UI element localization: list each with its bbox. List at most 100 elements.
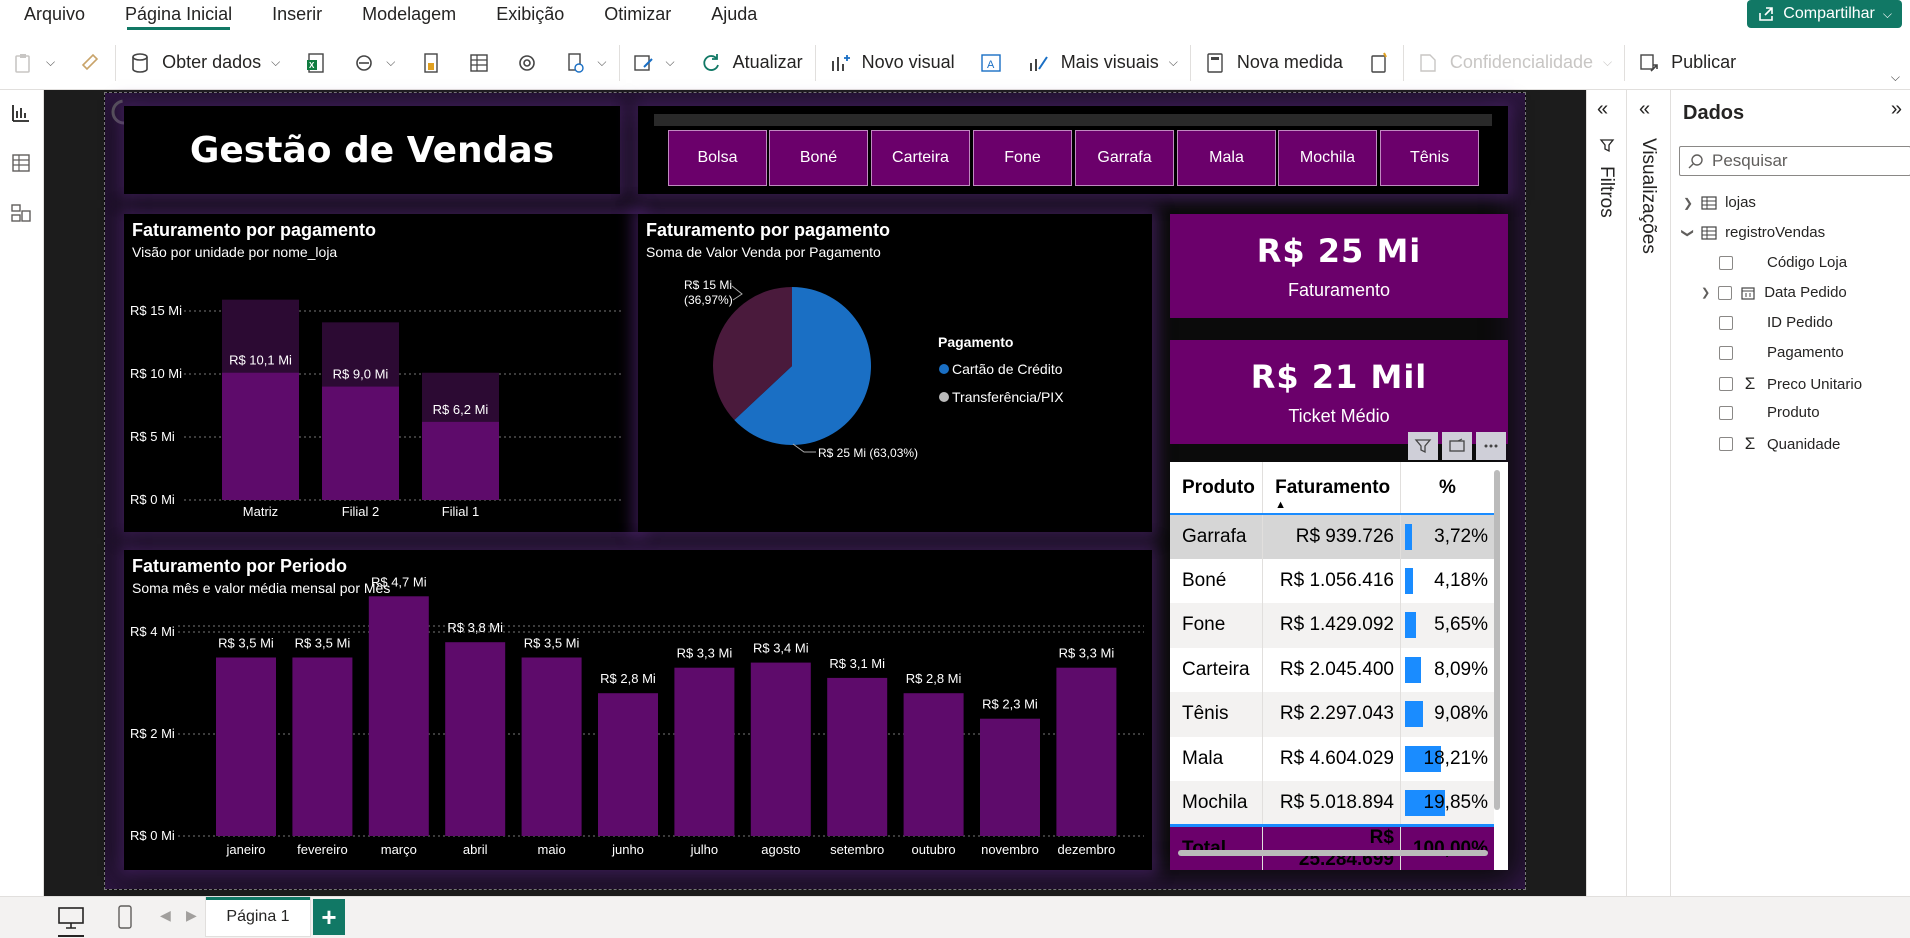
new-measure-button[interactable]: Nova medida [1191, 43, 1355, 83]
slicer-item-garrafa[interactable]: Garrafa [1075, 130, 1174, 186]
slicer-item-mala[interactable]: Mala [1177, 130, 1276, 186]
slicer-item-bolsa[interactable]: Bolsa [668, 130, 767, 186]
visualizations-pane-label: Visualizações [1638, 138, 1659, 254]
table-horizontal-scrollbar[interactable] [1178, 850, 1488, 856]
onelake-button[interactable]: ⌵ [340, 43, 407, 83]
slicer-item-carteira[interactable]: Carteira [871, 130, 970, 186]
transform-data-button[interactable]: ⌵ [620, 43, 687, 83]
get-data-button[interactable]: Obter dados ⌵ [116, 43, 292, 83]
field-checkbox[interactable] [1719, 345, 1733, 360]
new-visual-label: Novo visual [861, 52, 955, 72]
bar [980, 718, 1040, 836]
publish-button[interactable]: Publicar [1625, 43, 1748, 83]
filters-pane-collapsed[interactable]: « Filtros [1586, 90, 1626, 896]
field-checkbox[interactable] [1719, 437, 1733, 451]
table-vertical-scrollbar[interactable] [1494, 470, 1500, 810]
ribbon: ⌵ Obter dados ⌵ X ⌵ ⌵ ⌵ Atualizar Novo v… [0, 36, 1910, 90]
menu-pagina-inicial[interactable]: Página Inicial [105, 0, 252, 32]
format-painter-button[interactable] [67, 43, 115, 83]
menu-modelagem[interactable]: Modelagem [342, 0, 476, 32]
paste-button[interactable]: ⌵ [0, 43, 67, 83]
ribbon-collapse-icon[interactable]: ⌵ [1891, 70, 1900, 85]
field-item[interactable]: Pagamento [1719, 344, 1844, 361]
quick-measure-button[interactable] [1355, 43, 1403, 83]
table-node-registroVendas[interactable]: ❯ registroVendas [1681, 224, 1825, 241]
chevron-left-icon[interactable]: ◀ [160, 907, 171, 924]
menu-arquivo[interactable]: Arquivo [0, 0, 105, 32]
refresh-button[interactable]: Atualizar [687, 43, 815, 83]
field-checkbox[interactable] [1719, 315, 1733, 330]
field-name: Código Loja [1767, 254, 1848, 271]
mobile-layout-icon[interactable] [118, 905, 132, 929]
visualizations-pane-collapsed[interactable]: « Visualizações [1626, 90, 1670, 896]
desktop-layout-icon[interactable] [58, 907, 84, 929]
chevron-down-icon[interactable]: ❯ [1681, 227, 1695, 237]
more-visuals-button[interactable]: Mais visuais ⌵ [1015, 43, 1190, 83]
report-title-card[interactable]: Gestão de Vendas [124, 106, 620, 194]
field-checkbox[interactable] [1719, 405, 1733, 420]
table-row[interactable]: Fone R$ 1.429.092 5,65% [1170, 603, 1494, 648]
filter-icon[interactable] [1408, 432, 1438, 460]
add-page-button[interactable]: + [313, 899, 345, 935]
store-revenue-chart[interactable]: Faturamento por pagamento Visão por unid… [124, 214, 638, 532]
model-view-icon[interactable] [10, 202, 32, 224]
more-options-icon[interactable] [1476, 432, 1506, 460]
report-view-icon[interactable] [10, 102, 32, 124]
slicer-item-bone[interactable]: Boné [769, 130, 868, 186]
field-checkbox[interactable] [1719, 377, 1733, 391]
text-box-button[interactable]: A [967, 43, 1015, 83]
slicer-item-fone[interactable]: Fone [973, 130, 1072, 186]
sql-server-button[interactable] [407, 43, 455, 83]
enter-data-button[interactable] [455, 43, 503, 83]
table-row[interactable]: Tênis R$ 2.297.043 9,08% [1170, 692, 1494, 737]
field-item[interactable]: ❯ Data Pedido [1701, 284, 1847, 301]
sensitivity-button[interactable]: Confidencialidade ⌵ [1404, 43, 1624, 83]
recent-sources-button[interactable]: ⌵ [551, 43, 618, 83]
search-input[interactable]: Pesquisar [1679, 146, 1910, 176]
legend-label: Cartão de Crédito [952, 361, 1063, 377]
column-header-faturamento[interactable]: Faturamento ▲ [1262, 462, 1401, 515]
table-row[interactable]: Garrafa R$ 939.726 3,72% [1170, 514, 1494, 559]
field-item[interactable]: ID Pedido [1719, 314, 1833, 331]
column-header-pct[interactable]: % [1399, 462, 1494, 515]
chevron-right-icon[interactable]: ❯ [1683, 196, 1693, 210]
monthly-revenue-chart[interactable]: Faturamento por Periodo Soma mês e valor… [124, 550, 1152, 870]
slicer-item-mochila[interactable]: Mochila [1278, 130, 1377, 186]
field-item[interactable]: Σ Quanidade [1719, 434, 1840, 454]
table-row[interactable]: Carteira R$ 2.045.400 8,09% [1170, 647, 1494, 692]
field-item[interactable]: Σ Preco Unitario [1719, 374, 1862, 394]
field-checkbox[interactable] [1719, 255, 1733, 270]
field-item[interactable]: Produto [1719, 404, 1820, 421]
product-revenue-table[interactable]: Produto Faturamento ▲ % Garrafa R$ 939.72… [1170, 462, 1508, 870]
menu-inserir[interactable]: Inserir [252, 0, 342, 32]
table-row[interactable]: Mala R$ 4.604.029 18,21% [1170, 736, 1494, 781]
excel-button[interactable]: X [292, 43, 340, 83]
cell-produto: Boné [1182, 569, 1227, 591]
chevron-right-icon[interactable]: ❯ [1701, 286, 1710, 299]
table-view-icon[interactable] [10, 152, 32, 174]
table-row[interactable]: Boné R$ 1.056.416 4,18% [1170, 558, 1494, 603]
focus-mode-icon[interactable] [1442, 432, 1472, 460]
slicer-item-tenis[interactable]: Tênis [1380, 130, 1479, 186]
column-header-produto[interactable]: Produto [1170, 462, 1263, 515]
table-node-lojas[interactable]: ❯ lojas [1683, 194, 1756, 211]
payment-pie-chart[interactable]: Faturamento por pagamento Soma de Valor … [638, 214, 1152, 532]
expand-left-icon[interactable]: « [1597, 98, 1608, 121]
share-icon [1759, 7, 1774, 21]
expand-left-icon[interactable]: « [1639, 98, 1650, 121]
menu-otimizar[interactable]: Otimizar [584, 0, 691, 32]
share-button[interactable]: Compartilhar ⌵ [1747, 0, 1902, 28]
chevron-right-icon[interactable]: ▶ [186, 907, 197, 924]
menu-ajuda[interactable]: Ajuda [691, 0, 777, 32]
dataverse-button[interactable] [503, 43, 551, 83]
field-checkbox[interactable] [1718, 285, 1733, 300]
collapse-right-icon[interactable]: » [1891, 98, 1902, 121]
product-slicer[interactable]: Bolsa Boné Carteira Fone Garrafa Mala Mo… [638, 106, 1508, 194]
menu-exibicao[interactable]: Exibição [476, 0, 584, 32]
page-tab[interactable]: Página 1 [205, 897, 311, 937]
table-row[interactable]: Mochila R$ 5.018.894 19,85% [1170, 781, 1494, 826]
kpi-card-avg-ticket[interactable]: R$ 21 Mil Ticket Médio [1170, 340, 1508, 444]
new-visual-button[interactable]: Novo visual [816, 43, 967, 83]
field-item[interactable]: Código Loja [1719, 254, 1847, 271]
kpi-card-revenue[interactable]: R$ 25 Mi Faturamento [1170, 214, 1508, 318]
